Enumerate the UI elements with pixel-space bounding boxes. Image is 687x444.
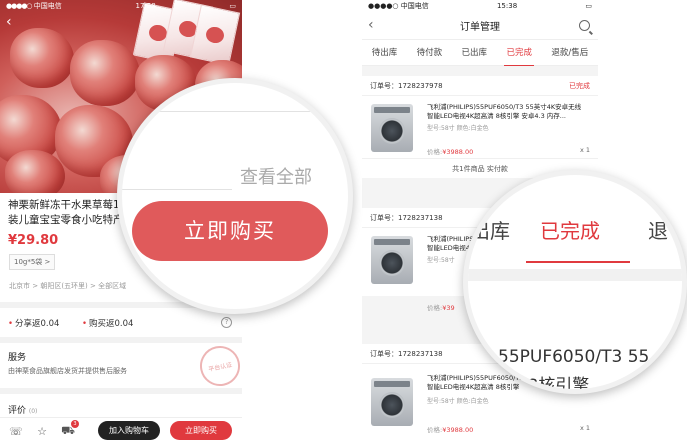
header: ‹ 订单管理 [362,12,598,40]
product-title: 神栗新鲜冻干水果草莓1 装儿童宝宝零食小吃特产 [8,199,124,226]
product-meta: 型号:58寸 颜色:白金色 [427,398,489,405]
tab-shipped[interactable]: 已出库 [460,40,490,66]
divider [0,337,242,343]
order-tabs: 待出库 待付款 已出库 已完成 退款/售后 [362,40,598,66]
buy-now-button-zoomed[interactable]: 立即购买 [132,201,328,261]
tab-shipped-zoomed[interactable]: 出库 [470,215,510,244]
tab-completed[interactable]: 已完成 [504,40,534,66]
magnifier-left: 查看全部 立即购买 [117,78,353,314]
product-meta: 型号:58寸 颜色:白金色 [427,125,489,132]
review-section[interactable]: 评价 (0) [8,403,37,416]
service-title: 服务 [8,353,27,363]
buy-now-button[interactable]: 立即购买 [170,421,232,440]
order-number: 订单号：1728237978 [370,81,443,90]
product-price: 价格:¥3988.00 [427,426,474,434]
product-name: 飞利浦(PHILIPS)55PUF6050/T3 55英寸4K安卓无线智能LED… [427,103,582,120]
status-bar: ●●●●○ 中国电信 17:58 ▭ [6,2,236,10]
buy-rebate: • 购买返0.04 [82,319,134,329]
page-title: 订单管理 [460,22,500,33]
cart-icon[interactable]: ⛟ 3 [58,420,79,441]
product-price: 价格:¥3988.00 [427,148,474,156]
order-number: 订单号：1728237138 [370,213,443,222]
product-qty: x 1 [579,146,590,154]
status-bar: ●●●●○ 中国电信 15:38 ▭ [362,0,598,12]
divider [0,388,242,394]
product-thumbnail [371,236,413,284]
certified-stamp: 平台认证 [196,342,242,390]
back-icon[interactable]: ‹ [6,14,12,30]
search-icon[interactable] [579,20,590,31]
tab-pending-shipment[interactable]: 待出库 [370,40,400,66]
product-name-zoomed: 55PUF6050/T3 55 [498,347,650,367]
spec-selector[interactable]: 10g*5袋 > [9,254,56,270]
screenshot-stage: ●●●●○ 中国电信 17:58 ▭ ‹ 神栗新鲜冻干水果草莓1 装儿童宝宝零食… [0,0,687,444]
delivery-region[interactable]: 北京市 > 朝阳区(五环里) > 全部区域 [9,281,126,291]
product-price: ¥29.80 [8,233,59,248]
tab-pending-payment[interactable]: 待付款 [415,40,445,66]
tab-completed-zoomed[interactable]: 已完成 [540,215,600,244]
back-icon[interactable]: ‹ [368,17,374,33]
active-tab-indicator [526,261,630,263]
customer-service-icon[interactable]: ☏ [6,421,26,441]
order-card[interactable]: 订单号：1728237978 已完成 飞利浦(PHILIPS)55PUF6050… [362,76,598,178]
add-to-cart-button[interactable]: 加入购物车 [98,421,160,440]
favorite-star-icon[interactable]: ☆ [32,421,52,441]
tab-refund-zoomed[interactable]: 退 [648,215,668,244]
product-thumbnail [371,104,413,152]
cart-badge: 3 [71,420,79,428]
product-meta: 型号:58寸 [427,257,455,264]
magnifier-right: 出库 已完成 退 55PUF6050/T3 55 高清 8核引擎 [463,170,687,394]
share-rebate: • 分享返0.04 [8,319,60,329]
tab-refund[interactable]: 退款/售后 [549,40,590,66]
order-number: 订单号：1728237138 [370,349,443,358]
see-all-link[interactable]: 查看全部 [240,163,312,189]
service-desc: 由神栗食品旗舰店发货并提供售后服务 [8,367,127,375]
product-thumbnail [371,378,413,426]
order-status: 已完成 [569,81,590,90]
product-price: 价格:¥39 [427,304,455,312]
product-qty: x 1 [579,424,590,432]
help-icon[interactable]: ? [221,317,232,328]
